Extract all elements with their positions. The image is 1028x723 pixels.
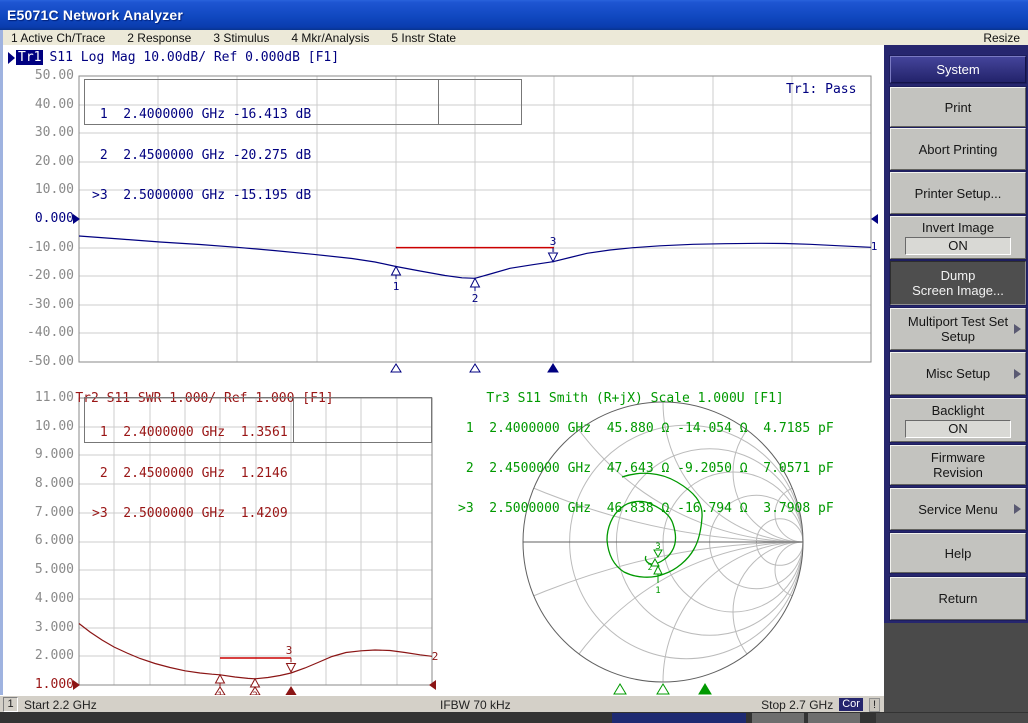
- menu-item-mkr-analysis[interactable]: 4 Mkr/Analysis: [280, 31, 380, 45]
- tr1-header-text: S11 Log Mag 10.00dB/ Ref 0.000dB [F1]: [49, 50, 339, 65]
- correction-badge: Cor: [839, 698, 863, 711]
- tr3-marker-row: >3 2.5000000 GHz 46.838 Ω -16.794 Ω 3.79…: [458, 502, 834, 516]
- svg-text:2: 2: [472, 292, 479, 305]
- tr2-marker-table-divider: [293, 398, 294, 442]
- taskbar-button-fragment[interactable]: [752, 713, 804, 723]
- softkey-sidebar: System Print Abort Printing Printer Setu…: [884, 45, 1028, 723]
- tr3-stimulus-marker2-icon: [657, 684, 669, 694]
- tr1-header[interactable]: Tr1 S11 Log Mag 10.00dB/ Ref 0.000dB [F1…: [8, 50, 339, 65]
- tr1-marker-row: >3 2.5000000 GHz -15.195 dB: [92, 189, 311, 203]
- tr1-stimulus-marker1-icon: [391, 364, 401, 372]
- menu-bar: 1 Active Ch/Trace 2 Response 3 Stimulus …: [0, 30, 1028, 46]
- tr1-ref-arrow-right-icon: [871, 214, 878, 224]
- tr2-marker-row: >3 2.5000000 GHz 1.4209: [92, 507, 288, 521]
- softkey-print[interactable]: Print: [890, 87, 1026, 127]
- softkey-multiport-test-set-setup[interactable]: Multiport Test Set Setup: [890, 308, 1026, 350]
- alert-badge: !: [869, 698, 880, 712]
- stop-frequency: Stop 2.7 GHz: [761, 698, 833, 712]
- submenu-arrow-icon: [1014, 369, 1021, 379]
- softkey-menu-title: System: [890, 56, 1026, 83]
- tr2-marker-row: 2 2.4500000 GHz 1.2146: [92, 467, 288, 481]
- softkey-dump-screen-image[interactable]: Dump Screen Image...: [890, 261, 1026, 305]
- svg-text:3: 3: [286, 644, 293, 657]
- tr3-marker-3[interactable]: 3: [654, 542, 662, 557]
- softkey-return[interactable]: Return: [890, 577, 1026, 620]
- menu-item-instr-state[interactable]: 5 Instr State: [380, 31, 467, 45]
- tr1-marker-row: 2 2.4500000 GHz -20.275 dB: [92, 149, 311, 163]
- resize-button[interactable]: Resize: [975, 31, 1028, 45]
- softkey-firmware-revision[interactable]: Firmware Revision: [890, 445, 1026, 485]
- taskbar-button-fragment[interactable]: [612, 713, 746, 723]
- active-trace-arrow-icon: [8, 52, 15, 64]
- menu-item-stimulus[interactable]: 3 Stimulus: [202, 31, 280, 45]
- menu-item-active-ch-trace[interactable]: 1 Active Ch/Trace: [0, 31, 116, 45]
- softkey-printer-setup[interactable]: Printer Setup...: [890, 172, 1026, 214]
- tr1-marker-readout: 1 2.4000000 GHz -16.413 dB 2 2.4500000 G…: [92, 81, 311, 230]
- ifbw-readout: IFBW 70 kHz: [440, 698, 511, 712]
- invert-image-state: ON: [905, 237, 1011, 255]
- submenu-arrow-icon: [1014, 504, 1021, 514]
- taskbar-fragment: [0, 712, 1028, 723]
- tr2-trace-number: 2: [432, 650, 439, 663]
- tr2-marker-2[interactable]: [251, 679, 260, 687]
- tr1-stimulus-marker3-icon: [548, 364, 558, 372]
- softkey-abort-printing[interactable]: Abort Printing: [890, 128, 1026, 170]
- tr3-stimulus-marker1-icon: [614, 684, 626, 694]
- softkey-service-menu[interactable]: Service Menu: [890, 488, 1026, 530]
- svg-text:1: 1: [393, 280, 400, 293]
- tr3-marker-row: 2 2.4500000 GHz 47.643 Ω -9.2050 Ω 7.057…: [458, 462, 834, 476]
- svg-text:2: 2: [648, 563, 653, 572]
- tr3-marker-readout: 1 2.4000000 GHz 45.880 Ω -14.054 Ω 4.718…: [458, 396, 834, 542]
- tr2-marker-readout: 1 2.4000000 GHz 1.3561 2 2.4500000 GHz 1…: [92, 399, 288, 548]
- tr3-marker-row: 1 2.4000000 GHz 45.880 Ω -14.054 Ω 4.718…: [458, 422, 834, 436]
- e5071c-window: E5071C Network Analyzer 1 Active Ch/Trac…: [0, 0, 1028, 723]
- channel-indicator: 1: [3, 697, 18, 712]
- status-bar: 1 Start 2.2 GHz IFBW 70 kHz Stop 2.7 GHz…: [0, 695, 884, 713]
- tr1-y-axis-labels: 50.0040.00 30.0020.00 10.000.000 -10.00-…: [14, 69, 74, 369]
- tr1-marker-2[interactable]: 2: [471, 278, 480, 305]
- softkey-misc-setup[interactable]: Misc Setup: [890, 352, 1026, 395]
- tr1-marker-1[interactable]: 1: [392, 267, 401, 294]
- tr1-marker-row: 1 2.4000000 GHz -16.413 dB: [92, 108, 311, 122]
- softkey-backlight[interactable]: Backlight ON: [890, 398, 1026, 442]
- softkey-help[interactable]: Help: [890, 533, 1026, 573]
- tr1-badge: Tr1: [16, 50, 43, 65]
- tr3-stimulus-marker3-icon: [699, 684, 711, 694]
- start-frequency: Start 2.2 GHz: [24, 698, 97, 712]
- status-right-group: Stop 2.7 GHz Cor !: [761, 698, 880, 712]
- svg-text:1: 1: [655, 586, 660, 596]
- tr1-limit-test-result: Tr1: Pass: [786, 82, 866, 97]
- softkey-invert-image[interactable]: Invert Image ON: [890, 216, 1026, 259]
- tr1-stimulus-marker2-icon: [470, 364, 480, 372]
- tr1-marker-table-divider: [438, 80, 439, 124]
- tr2-stimulus-marker3-icon: [286, 687, 296, 695]
- backlight-state: ON: [905, 420, 1011, 438]
- softkey-empty-area: [884, 623, 1028, 723]
- submenu-arrow-icon: [1014, 324, 1021, 334]
- menu-item-response[interactable]: 2 Response: [116, 31, 202, 45]
- svg-text:3: 3: [550, 235, 557, 248]
- taskbar-tray-fragment: [876, 713, 1028, 723]
- title-bar: E5071C Network Analyzer: [0, 0, 1028, 30]
- window-title: E5071C Network Analyzer: [0, 7, 183, 23]
- taskbar-button-fragment[interactable]: [808, 713, 860, 723]
- tr1-trace-number: 1: [871, 240, 878, 253]
- tr2-marker-row: 1 2.4000000 GHz 1.3561: [92, 426, 288, 440]
- tr2-y-axis-labels: 11.0010.00 9.0008.000 7.0006.000 5.0004.…: [14, 391, 74, 692]
